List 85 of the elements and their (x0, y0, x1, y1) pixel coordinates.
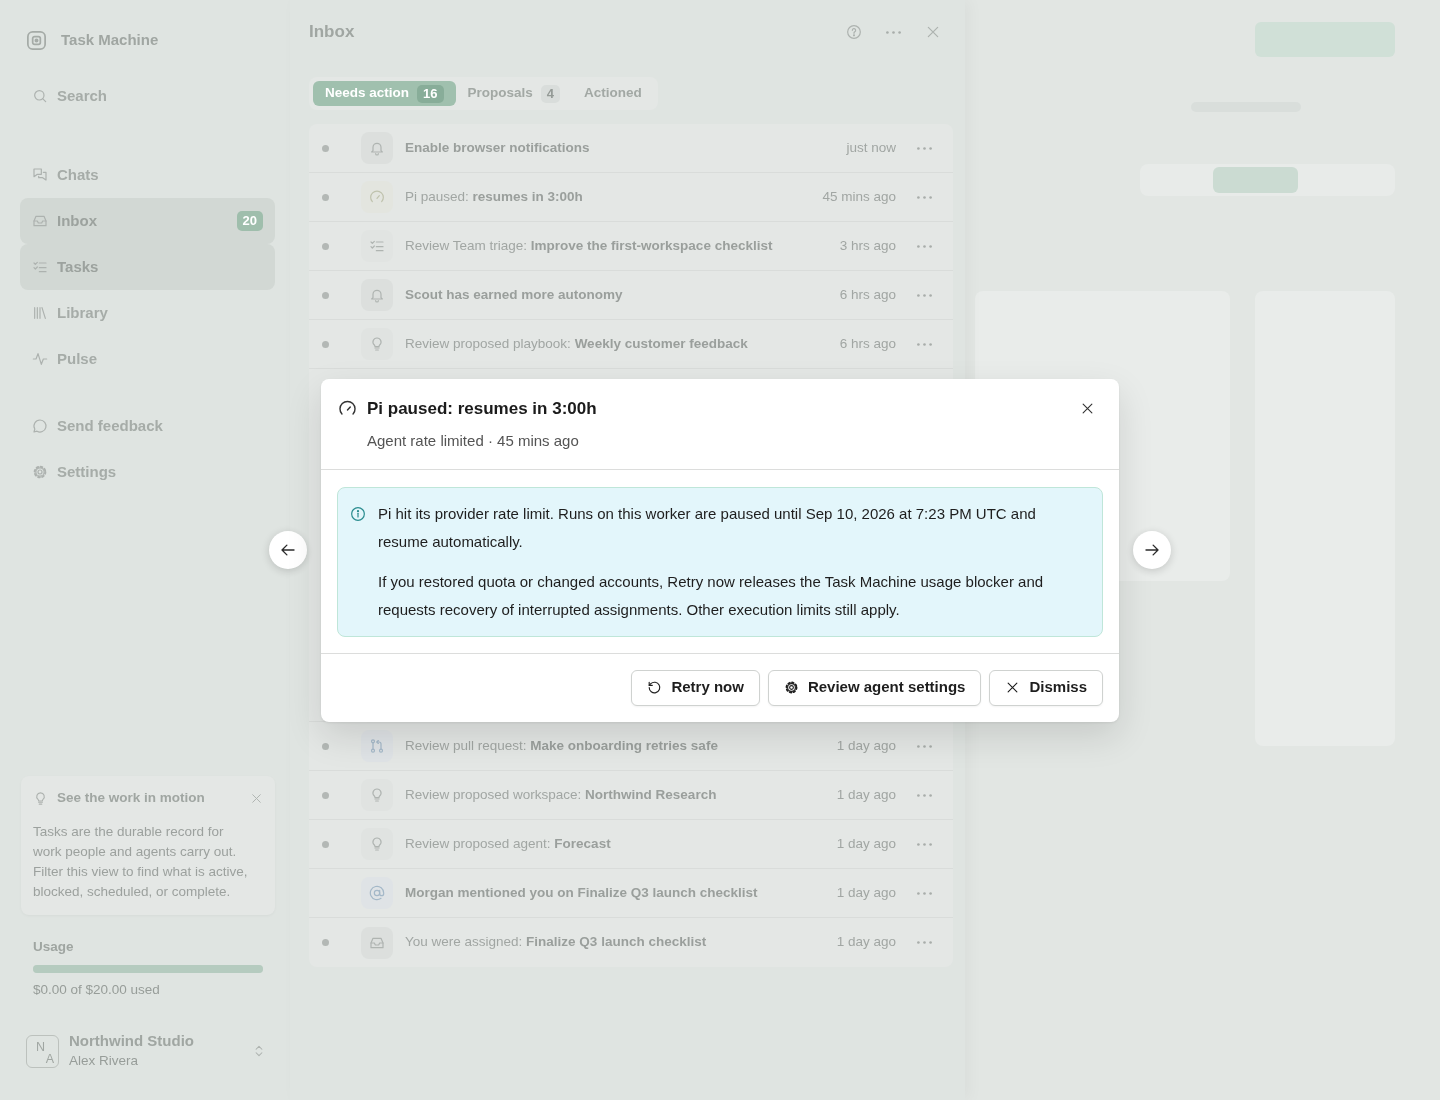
notification-text: Review proposed agent: Forecast (405, 834, 611, 853)
notification-text: Pi paused: resumes in 3:00h (405, 187, 583, 206)
help-icon[interactable] (846, 24, 862, 40)
dismiss-button[interactable]: Dismiss (989, 669, 1103, 706)
more-icon[interactable] (917, 842, 932, 846)
checklist-icon (32, 259, 48, 275)
gauge-icon (361, 181, 393, 213)
tab-count: 16 (417, 84, 444, 103)
time-label: 45 mins ago (822, 187, 896, 206)
gauge-icon (338, 399, 357, 418)
lightbulb-icon (361, 779, 393, 811)
speech-bubble-icon (32, 418, 48, 434)
bell-icon (361, 132, 393, 164)
time-label: 1 day ago (836, 736, 896, 755)
more-icon[interactable] (917, 342, 932, 346)
tab[interactable]: Actioned (572, 81, 654, 106)
notification-text: Review proposed workspace: Northwind Research (405, 785, 717, 804)
more-icon[interactable] (917, 941, 932, 944)
nav-item[interactable]: Pulse (20, 336, 275, 382)
more-icon[interactable] (917, 793, 932, 797)
time-label: 3 hrs ago (839, 236, 896, 255)
search-icon (32, 88, 48, 104)
pull-request-icon (361, 730, 393, 762)
tab-count: 4 (540, 84, 560, 103)
time-label: 1 day ago (836, 883, 896, 902)
nav-item[interactable]: Settings (20, 449, 275, 495)
dialog-subtitle: Agent rate limited · 45 mins ago (367, 430, 580, 451)
at-sign-icon (361, 877, 393, 909)
time-label: 1 day ago (836, 933, 896, 952)
previous-button[interactable] (269, 531, 307, 569)
time-label: 6 hrs ago (839, 285, 896, 304)
bell-icon (361, 279, 393, 311)
retry-button[interactable]: Retry now (631, 669, 760, 706)
workspace-avatar: N A (26, 1034, 59, 1068)
books-icon (32, 305, 48, 321)
more-icon[interactable] (917, 244, 932, 248)
nav-item[interactable]: Send feedback (20, 403, 275, 449)
time-label: 1 day ago (836, 785, 896, 804)
tip-title: See the work in motion (57, 788, 205, 807)
inbox-tray-icon (361, 926, 393, 959)
notification-text: Review Team triage: Improve the first-workspace checklist (405, 236, 773, 255)
lightbulb-icon (361, 828, 393, 860)
info-icon (350, 505, 366, 522)
retry-icon (647, 680, 663, 695)
settings-icon (783, 680, 799, 695)
notification-text: Enable browser notifications (405, 138, 590, 157)
tab[interactable]: Needs action 16 (313, 81, 456, 106)
settings-icon (32, 464, 48, 480)
notice-text: If you restored quota or changed accounts, Retry now releases the Task Machine usage blocker and requests recovery of interrupted assignments. Other execution limits still apply. (378, 571, 1045, 620)
more-icon[interactable] (917, 195, 932, 199)
settings-button[interactable]: Review agent settings (767, 669, 982, 706)
more-icon[interactable] (917, 891, 932, 895)
tip-text: Tasks are the durable record for work people and agents carry out. Filter this view to find what is active, blocked, scheduled, or complete. (33, 823, 249, 901)
pulse-line-icon (32, 351, 48, 367)
nav-item[interactable]: Library (20, 290, 275, 336)
more-icon[interactable] (917, 146, 932, 150)
close-icon[interactable] (1080, 401, 1095, 416)
time-label: 1 day ago (836, 834, 896, 853)
time-label: 6 hrs ago (839, 334, 896, 353)
search-item[interactable]: Search (20, 78, 275, 114)
more-icon[interactable] (917, 293, 932, 297)
tab[interactable]: Proposals 4 (455, 81, 572, 106)
dialog-title: Pi paused: resumes in 3:00h (367, 397, 597, 420)
lightbulb-icon (361, 328, 393, 360)
inbox-tray-icon (32, 213, 48, 229)
notification-text: Scout has earned more autonomy (405, 285, 623, 304)
chat-bubbles-icon (32, 167, 48, 183)
notification-text: Review pull request: Make onboarding retries safe (405, 736, 718, 755)
workspace-name: Northwind Studio (69, 1031, 194, 1051)
time-label: just now (846, 138, 896, 157)
count-badge: 20 (236, 211, 263, 231)
notification-text: Review proposed playbook: Weekly customer feedback (405, 334, 748, 353)
more-icon[interactable] (886, 30, 901, 34)
more-icon[interactable] (917, 744, 932, 748)
usage-label: Usage (33, 938, 75, 956)
logo-icon (25, 28, 48, 52)
panel-title: Inbox (309, 21, 355, 44)
lightbulb-icon (33, 790, 48, 806)
app-name: Task Machine (61, 29, 159, 50)
nav-item[interactable]: Chats (20, 152, 275, 198)
usage-text: $0.00 of $20.00 used (33, 981, 161, 999)
notification-text: You were assigned: Finalize Q3 launch checklist (405, 933, 707, 952)
notice-text: Pi hit its provider rate limit. Runs on this worker are paused until Sep 10, 2026 at 7:23 PM UTC and resume automatically. (378, 503, 1037, 552)
user-name: Alex Rivera (69, 1052, 140, 1070)
notification-text: Morgan mentioned you on Finalize Q3 launch checklist (405, 883, 758, 902)
